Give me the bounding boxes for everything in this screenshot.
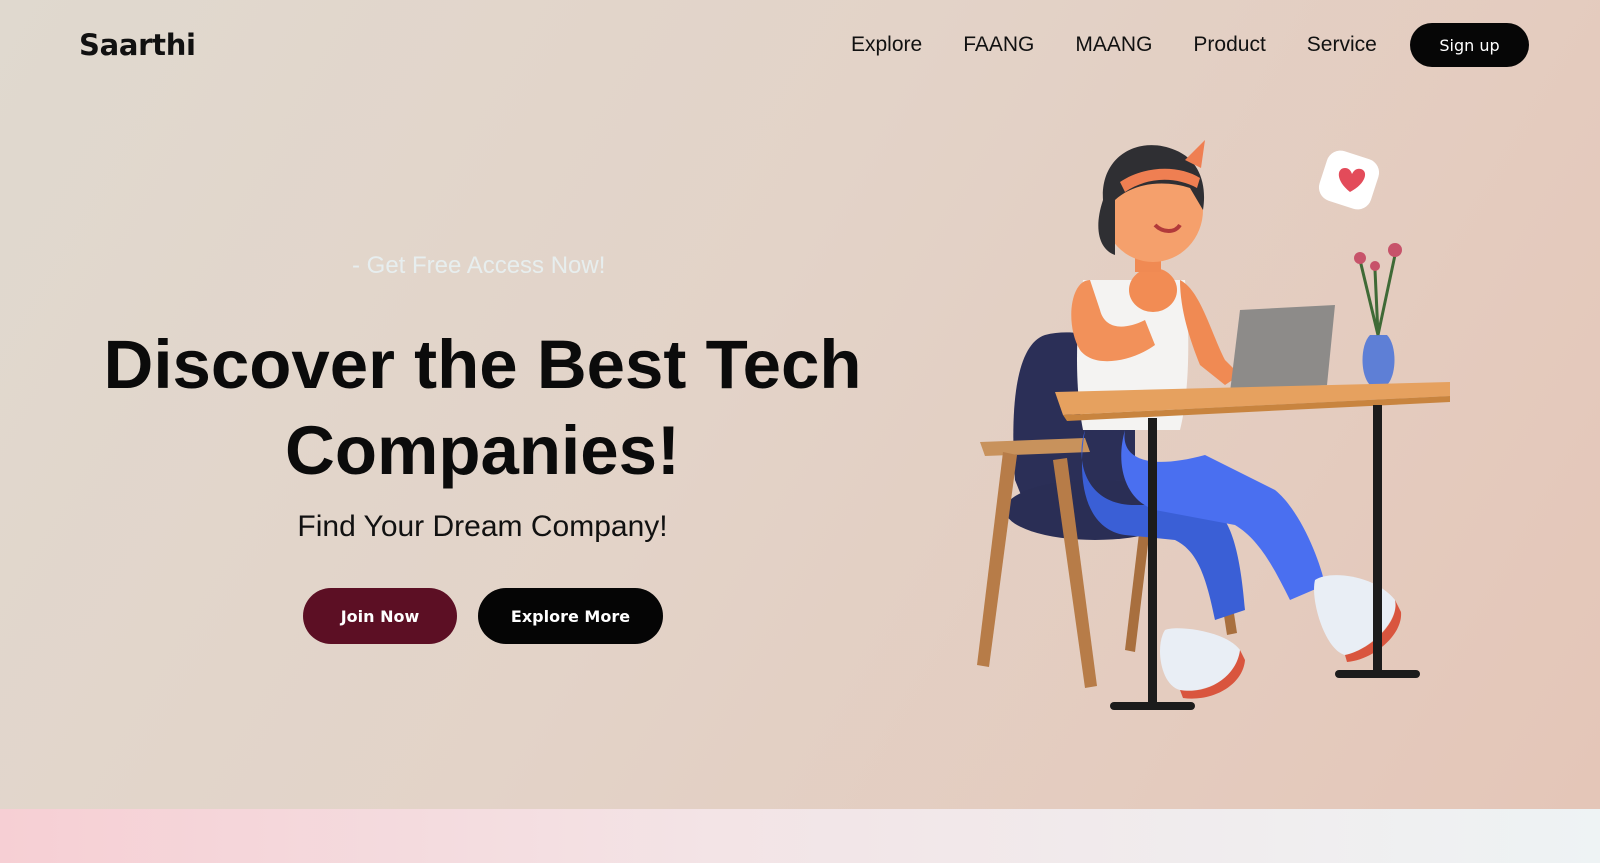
hero-section: Saarthi Explore FAANG MAANG Product Serv…: [0, 0, 1600, 809]
hero-headline: Discover the Best Tech Companies!: [40, 322, 925, 494]
nav-item-service[interactable]: Service: [1307, 33, 1377, 57]
nav-item-faang[interactable]: FAANG: [963, 33, 1034, 57]
main-nav: Explore FAANG MAANG Product Service: [851, 33, 1418, 57]
nav-item-explore[interactable]: Explore: [851, 33, 922, 57]
hero-headline-line2: Companies!: [285, 412, 680, 489]
nav-item-maang[interactable]: MAANG: [1075, 33, 1152, 57]
hero-tagline: - Get Free Access Now!: [352, 252, 606, 279]
explore-more-button[interactable]: Explore More: [478, 588, 663, 644]
join-now-button[interactable]: Join Now: [303, 588, 457, 644]
next-section-band: [0, 809, 1600, 863]
heart-icon: [1318, 150, 1380, 210]
hero-headline-line1: Discover the Best Tech: [103, 326, 862, 403]
signup-button[interactable]: Sign up: [1410, 23, 1529, 67]
nav-item-product[interactable]: Product: [1193, 33, 1265, 57]
brand-logo[interactable]: Saarthi: [79, 28, 196, 62]
girl-at-desk-illustration: [977, 140, 1450, 710]
hero-subheadline: Find Your Dream Company!: [297, 510, 668, 543]
landing-page: Saarthi Explore FAANG MAANG Product Serv…: [0, 0, 1600, 863]
